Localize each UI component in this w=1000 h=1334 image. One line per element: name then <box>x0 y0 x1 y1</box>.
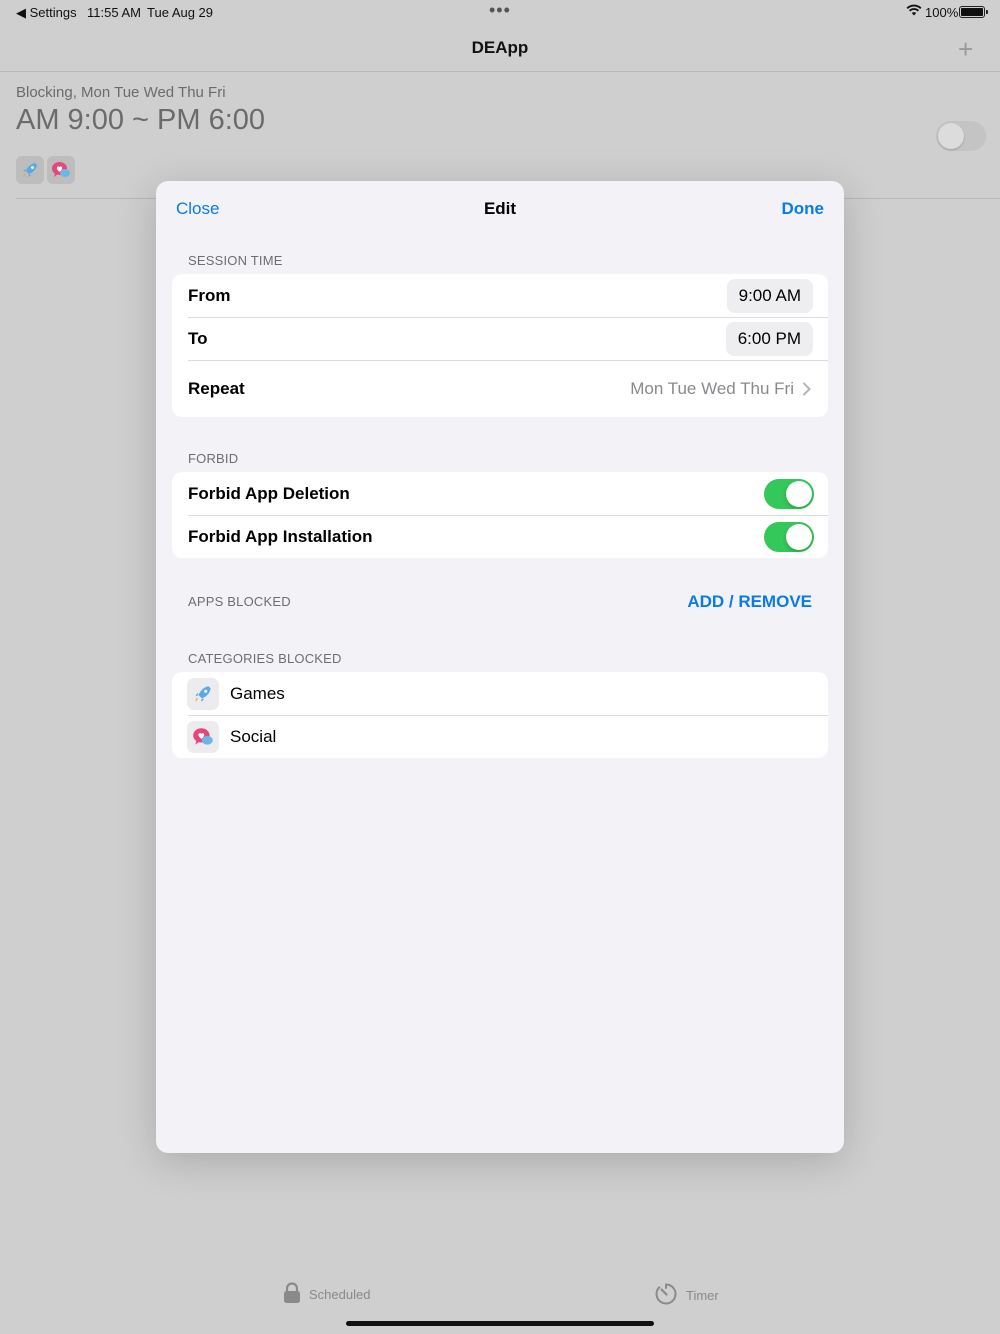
battery-percent: 100% <box>925 5 959 20</box>
tab-scheduled[interactable]: Scheduled <box>283 1282 370 1307</box>
forbid-installation-row: Forbid App Installation <box>172 515 828 558</box>
section-header-categories-blocked: CATEGORIES BLOCKED <box>188 651 342 666</box>
to-label: To <box>188 328 208 348</box>
status-bar: ◀ Settings 11:55 AM Tue Aug 29 ••• 100% <box>0 0 1000 24</box>
chat-heart-icon <box>187 720 219 753</box>
category-label: Social <box>230 726 277 746</box>
modal-title: Edit <box>483 199 517 218</box>
forbid-card: Forbid App Deletion Forbid App Installat… <box>172 472 828 558</box>
from-label: From <box>188 285 231 305</box>
add-remove-apps-button[interactable]: ADD / REMOVE <box>687 592 812 612</box>
from-row: From 9:00 AM <box>172 274 828 317</box>
back-to-settings-link[interactable]: ◀ Settings <box>16 5 77 21</box>
wifi-icon <box>906 4 922 19</box>
repeat-value: Mon Tue Wed Thu Fri <box>630 378 794 398</box>
status-date: Tue Aug 29 <box>147 5 214 20</box>
edit-modal: Close Edit Done SESSION TIME From 9:00 A… <box>156 181 844 1153</box>
modal-header: Close Edit Done <box>156 181 844 237</box>
session-time-card: From 9:00 AM To 6:00 PM Repeat Mon Tue W… <box>172 274 828 417</box>
multitasking-dots-icon[interactable]: ••• <box>489 0 511 21</box>
battery-icon <box>959 6 988 18</box>
list-item[interactable]: Games <box>172 672 828 715</box>
forbid-installation-toggle[interactable] <box>764 521 814 552</box>
done-button[interactable]: Done <box>782 199 825 219</box>
chevron-right-icon <box>802 382 812 396</box>
section-header-forbid: FORBID <box>188 451 239 466</box>
section-header-session-time: SESSION TIME <box>188 253 283 268</box>
schedule-category-icons <box>16 156 75 184</box>
category-label: Games <box>230 683 285 703</box>
to-time-picker[interactable]: 6:00 PM <box>725 321 813 356</box>
add-schedule-button[interactable]: + <box>958 34 973 65</box>
schedule-enabled-toggle[interactable] <box>936 121 986 151</box>
repeat-label: Repeat <box>188 378 245 398</box>
schedule-subtitle: Blocking, Mon Tue Wed Thu Fri <box>16 84 226 101</box>
rocket-icon <box>187 677 219 710</box>
repeat-row[interactable]: Repeat Mon Tue Wed Thu Fri <box>172 360 828 417</box>
tab-timer[interactable]: Timer <box>654 1282 719 1309</box>
timer-icon <box>654 1282 678 1309</box>
app-title: DEApp <box>471 38 529 57</box>
forbid-deletion-label: Forbid App Deletion <box>188 483 350 503</box>
home-indicator[interactable] <box>346 1321 654 1326</box>
categories-card: Games Social <box>172 672 828 758</box>
tab-scheduled-label: Scheduled <box>309 1287 371 1302</box>
schedule-time-range[interactable]: AM 9:00 ~ PM 6:00 <box>16 104 265 137</box>
status-time: 11:55 AM <box>87 5 141 20</box>
section-header-apps-blocked: APPS BLOCKED <box>188 594 291 609</box>
list-item[interactable]: Social <box>172 715 828 758</box>
lock-icon <box>283 1282 301 1307</box>
forbid-deletion-toggle[interactable] <box>764 478 814 509</box>
rocket-icon <box>16 156 44 184</box>
forbid-deletion-row: Forbid App Deletion <box>172 472 828 515</box>
nav-bar: DEApp + <box>0 24 1000 72</box>
chat-heart-icon <box>47 156 75 184</box>
to-row: To 6:00 PM <box>172 317 828 360</box>
tab-timer-label: Timer <box>686 1288 719 1303</box>
from-time-picker[interactable]: 9:00 AM <box>726 278 813 313</box>
forbid-installation-label: Forbid App Installation <box>188 526 373 546</box>
